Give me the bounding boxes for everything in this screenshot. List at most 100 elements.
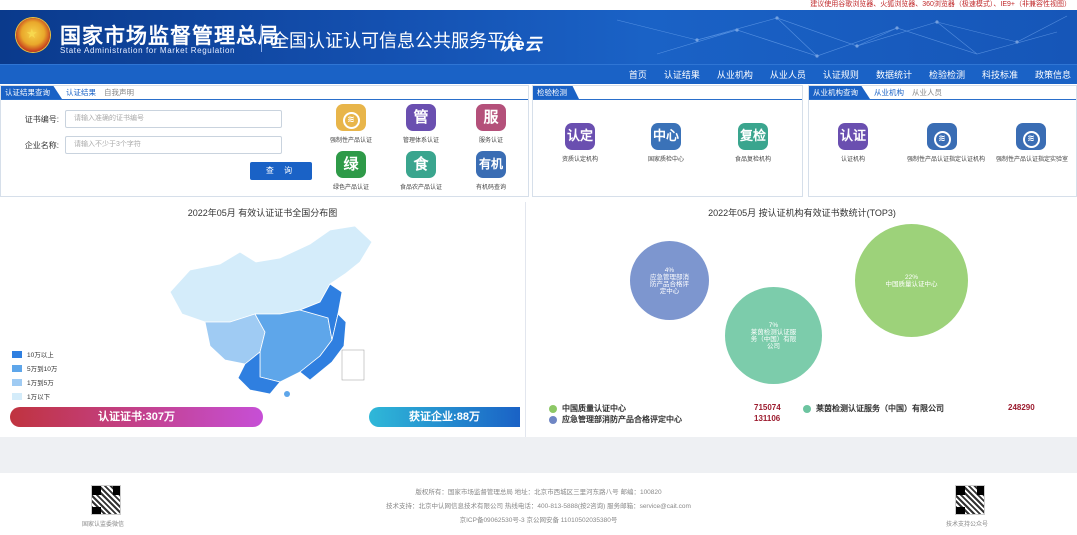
map-section: 2022年05月 有效认证证书全国分布图 10万以上 5万到10万 1万到5万 … (0, 202, 526, 437)
service-cert-link[interactable]: 服 服务认证 (456, 104, 526, 144)
nav-personnel[interactable]: 从业人员 (770, 65, 806, 84)
stat-name: 中国质量认证中心 (562, 404, 626, 413)
tab-cert-results[interactable]: 认证结果 (62, 86, 100, 99)
cert-total-pill: 认证证书:307万 (10, 407, 263, 427)
legend-item: 5万到10万 (12, 363, 57, 373)
nav-statistics[interactable]: 数据统计 (876, 65, 912, 84)
nav-home[interactable]: 首页 (629, 65, 647, 84)
national-center-link[interactable]: 中心 国家质检中心 (631, 123, 701, 163)
bubble-tuv[interactable]: 7% 莱茵检测认证服务（中国）有限公司 (725, 287, 822, 384)
stat-value: 248290 (1008, 403, 1035, 412)
icon-label: 绿色产品认证 (332, 185, 369, 191)
legend-label: 5万到10万 (27, 366, 58, 373)
stat-value: 131106 (754, 414, 781, 423)
stat-name: 莱茵检测认证服务（中国）有限公司 (816, 404, 944, 413)
stat-name: 应急管理部消防产品合格评定中心 (562, 415, 682, 424)
organic-code-link[interactable]: 有机 有机码查询 (456, 151, 526, 191)
nav-institutions[interactable]: 从业机构 (717, 65, 753, 84)
organic-icon: 有机 (476, 151, 506, 178)
platform-title: 全国认证认可信息公共服务平台 (271, 31, 523, 51)
mgmt-system-link[interactable]: 管 管理体系认证 (386, 104, 456, 144)
header-divider (261, 24, 262, 52)
institution-panel: 从业机构查询 从业机构 从业人员 认证 认证机构 ≋ 强制性产品认证指定认证机构… (808, 85, 1077, 197)
cert-body-link[interactable]: 认证 认证机构 (818, 123, 888, 163)
nav-policy[interactable]: 政策信息 (1035, 65, 1071, 84)
icon-label: 强制性产品认证 (329, 138, 372, 144)
icon-label: 食品农产品认证 (399, 185, 442, 191)
bubble-name: 莱茵检测认证服务（中国）有限公司 (750, 328, 797, 350)
bubble-pct: 22% (904, 273, 918, 281)
icon-label: 强制性产品认证指定实验室 (996, 157, 1069, 163)
nav-cert-results[interactable]: 认证结果 (664, 65, 700, 84)
footer-support: 技术支持：北京中认网信息技术有限公司 热线电话：400-813-5888(按2咨… (386, 503, 691, 510)
bubble-fire[interactable]: 4% 应急管理部消防产品合格评定中心 (630, 241, 709, 320)
bubble-name: 应急管理部消防产品合格评定中心 (650, 273, 689, 295)
footer: 国家认监委微信 版权所有：国家市场监督管理总局 地址：北京市西城区三里河东路八号… (0, 473, 1077, 535)
map-title: 2022年05月 有效认证证书全国分布图 (187, 208, 338, 218)
nav-inspection[interactable]: 检验检测 (929, 65, 965, 84)
bubble-cqc[interactable]: 22% 中国质量认证中心 (855, 224, 968, 337)
footer-copyright: 版权所有：国家市场监督管理总局 地址：北京市西城区三里河东路八号 邮编：1008… (415, 489, 662, 496)
nav-cert-rules[interactable]: 认证规则 (823, 65, 859, 84)
network-decoration (616, 15, 1068, 58)
tab-self-declaration[interactable]: 自我声明 (100, 86, 138, 99)
company-total-pill: 获证企业:88万 (369, 407, 520, 427)
cert-no-input[interactable]: 请输入准确的证书编号 (65, 110, 282, 128)
green-product-link[interactable]: 绿 绿色产品认证 (316, 151, 386, 191)
icon-label: 认证机构 (840, 157, 865, 163)
ccc-cert-link[interactable]: ≋ 强制性产品认证 (316, 104, 386, 144)
mgmt-icon: 管 (406, 104, 436, 131)
series-dot (803, 404, 811, 413)
bubble-name: 中国质量认证中心 (885, 280, 938, 288)
stat-row: 中国质量认证中心 (549, 403, 626, 414)
ccc-icon: ≋ (336, 104, 366, 131)
qualification-icon: 认定 (565, 123, 595, 150)
nav-standards[interactable]: 科技标准 (982, 65, 1018, 84)
legend-swatch (12, 350, 22, 358)
stats-title: 2022年05月 按认证机构有效证书数统计(TOP3) (708, 208, 896, 218)
legend-label: 1万到5万 (27, 380, 54, 387)
inspection-panel: 检验检测 认定 资质认定机构 中心 国家质检中心 复检 食品复检机构 (532, 85, 803, 197)
tab-cert-query[interactable]: 认证结果查询 (1, 86, 62, 99)
series-dot (549, 415, 557, 424)
service-icon: 服 (476, 104, 506, 131)
cert-body-icon: 认证 (838, 123, 868, 150)
legend-item: 10万以上 (12, 349, 57, 359)
qr-code-icon (955, 485, 985, 515)
legend-swatch (12, 392, 22, 400)
divider-band (0, 437, 1077, 473)
china-map (169, 225, 373, 397)
ccc-lab-link[interactable]: ≋ 强制性产品认证指定实验室 (996, 123, 1069, 163)
food-product-link[interactable]: 食 食品农产品认证 (386, 151, 456, 191)
food-recheck-link[interactable]: 复检 食品复检机构 (718, 123, 788, 163)
green-icon: 绿 (336, 151, 366, 178)
tab-institutions[interactable]: 从业机构 (870, 86, 908, 99)
tab-personnel[interactable]: 从业人员 (908, 86, 946, 99)
header-banner: ★ 国家市场监督管理总局 State Administration for Ma… (0, 10, 1077, 64)
ccc-cert-body-link[interactable]: ≋ 强制性产品认证指定认证机构 (907, 123, 985, 163)
series-dot (549, 404, 557, 413)
legend-label: 10万以上 (27, 352, 54, 359)
tab-institution-query[interactable]: 从业机构查询 (809, 86, 870, 99)
icon-label: 国家质检中心 (647, 157, 684, 163)
company-input[interactable]: 请输入不少于3个字符 (65, 136, 282, 154)
stat-row: 应急管理部消防产品合格评定中心 (549, 414, 682, 425)
browser-notice: 建议使用谷歌浏览器、火狐浏览器、360浏览器（极速模式）、IE9+（非兼容性视图… (0, 0, 1077, 10)
bubble-pct: 4% (664, 266, 675, 274)
icon-label: 服务认证 (478, 138, 503, 144)
qr-label-right: 技术支持公众号 (946, 522, 989, 528)
ccc-icon: ≋ (927, 123, 957, 150)
company-label: 企业名称: (24, 140, 59, 150)
legend-item: 1万以下 (12, 391, 57, 401)
icon-label: 资质认定机构 (561, 157, 598, 163)
cert-no-label: 证书编号: (24, 114, 59, 124)
stat-row: 莱茵检测认证服务（中国）有限公司 (803, 403, 944, 414)
query-button[interactable]: 查 询 (250, 162, 312, 180)
legend-swatch (12, 378, 22, 386)
qualification-link[interactable]: 认定 资质认定机构 (545, 123, 615, 163)
national-emblem-icon: ★ (16, 18, 50, 52)
tab-inspection[interactable]: 检验检测 (533, 86, 579, 99)
icon-label: 食品复检机构 (734, 157, 771, 163)
legend-item: 1万到5万 (12, 377, 57, 387)
footer-icp: 京ICP备09062530号-3 京公网安备 11010502035380号 (459, 517, 618, 524)
